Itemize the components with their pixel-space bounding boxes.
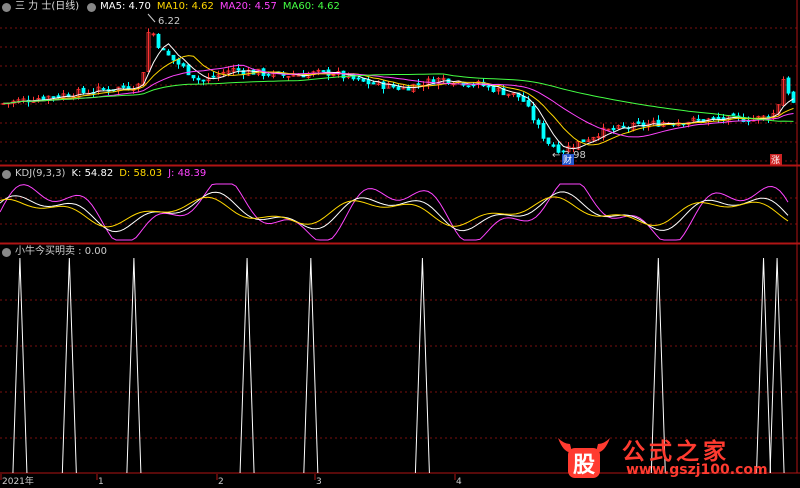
candle-body [416, 83, 421, 86]
x-axis-label: 4 [456, 477, 462, 487]
candle-body [581, 139, 586, 143]
candle-body [321, 70, 326, 72]
signal-header: 小牛今买明卖 : 0.00 [0, 245, 113, 259]
candle-body [791, 91, 796, 103]
candle-body [176, 58, 181, 65]
zhang-marker: 涨 [771, 155, 780, 166]
watermark: 股 公式之家 www.gszj100.com [554, 430, 794, 482]
candle-body [486, 85, 491, 88]
candle-body [121, 85, 126, 88]
candle-body [491, 85, 496, 92]
candle-body [201, 79, 206, 82]
x-axis-label: 2021年 [2, 475, 34, 487]
signal-name-label: 小牛今买明卖 : 0.00 [15, 246, 107, 257]
candle-body [41, 96, 46, 100]
ma20-label: MA20: 4.57 [219, 1, 277, 12]
candle-body [541, 123, 546, 139]
stock-title: 三 力 士(日线) [15, 1, 80, 12]
candle-body [716, 116, 721, 120]
candle-body [711, 117, 716, 120]
watermark-url: www.gszj100.com [626, 462, 768, 478]
candle-body [466, 85, 471, 88]
candle-body [396, 86, 401, 90]
candle-body [181, 63, 186, 67]
candle-body [526, 100, 531, 107]
logo-char: 股 [573, 452, 595, 478]
candle-body [611, 127, 616, 131]
kdj-k-label: K: 54.82 [71, 168, 114, 179]
candle-body [101, 88, 106, 90]
candle-body [266, 73, 271, 76]
kdj-name-label: KDJ(9,3,3) [15, 168, 66, 179]
candle-body [166, 50, 171, 56]
candle-body [196, 77, 201, 81]
signal-spike [61, 257, 77, 474]
signal-spike [12, 257, 28, 474]
panel-menu-icon[interactable] [2, 2, 11, 12]
candle-body [51, 96, 56, 99]
candle-body [211, 75, 216, 78]
candle-body [531, 106, 536, 121]
kdj-d-line [0, 196, 789, 228]
candle-body [371, 82, 376, 85]
ma60-label: MA60: 4.62 [282, 1, 340, 12]
signal-menu-icon[interactable] [2, 247, 11, 257]
candle-body [356, 77, 361, 80]
signal-spike [126, 257, 142, 474]
signal-spike [303, 257, 319, 474]
x-axis-label: 3 [316, 477, 322, 487]
ma20-line [3, 64, 794, 138]
candle-body [366, 79, 371, 85]
kdj-menu-icon[interactable] [2, 169, 11, 179]
bull-logo-icon: 股 [558, 438, 610, 478]
kdj-k-line [0, 191, 789, 233]
candle-body [621, 125, 626, 128]
kdj-header: KDJ(9,3,3) K: 54.82 D: 58.03 J: 48.39 [0, 167, 212, 181]
ma10-label: MA10: 4.62 [156, 1, 214, 12]
main-header: 三 力 士(日线) MA5: 4.70 MA10: 4.62 MA20: 4.5… [0, 0, 346, 14]
ma10-line [3, 55, 794, 146]
candle-body [236, 68, 241, 71]
candle-body [191, 74, 196, 79]
candle-body [546, 137, 551, 144]
candle-body [186, 64, 191, 76]
candle-body [731, 113, 736, 116]
candle-body [361, 78, 366, 82]
ma-settings-icon[interactable] [87, 2, 97, 12]
chart-canvas: 6.22← 3.98财 涨2021年 1 2 3 4 [0, 0, 800, 487]
candle-body [786, 77, 791, 94]
high-price-label: 6.22 [158, 16, 180, 27]
candle-body [156, 33, 161, 48]
candle-body [636, 121, 641, 124]
candle-body [536, 119, 541, 125]
ma5-label: MA5: 4.70 [100, 1, 151, 12]
ma5-line [3, 43, 794, 150]
stock-chart-app: 6.22 ← 3.98 财涨 2021年 1 2 3 4 三 力 士(日线) MA5: 4.7… [0, 0, 800, 488]
candle-body [81, 87, 86, 93]
ma60-line [3, 73, 794, 122]
kdj-j-label: J: 48.39 [168, 168, 207, 179]
candle-body [696, 118, 701, 121]
signal-spike [414, 257, 430, 474]
candle-body [551, 144, 556, 147]
candle-body [171, 54, 176, 61]
candle-body [471, 84, 476, 87]
x-axis-label: 2 [218, 477, 224, 487]
x-axis-label: 1 [98, 477, 104, 487]
signal-spike [239, 257, 255, 474]
watermark-title: 公式之家 [622, 438, 730, 465]
high-pointer [147, 13, 156, 23]
kdj-d-label: D: 58.03 [119, 168, 163, 179]
candle-body [56, 95, 61, 98]
cai-marker: 财 [563, 154, 572, 166]
